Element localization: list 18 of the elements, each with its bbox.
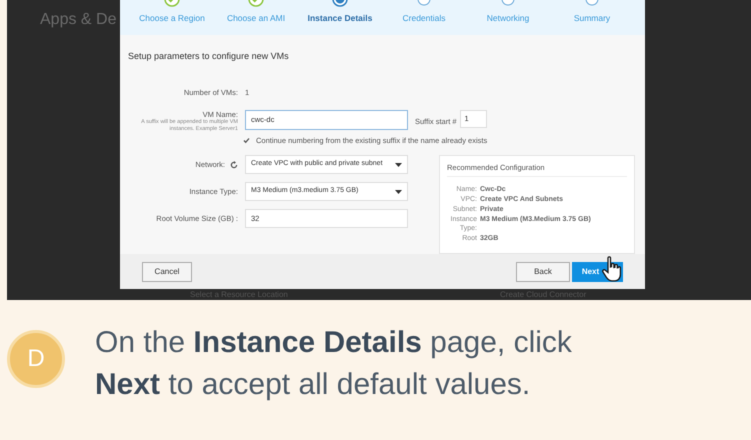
step-label[interactable]: Choose an AMI xyxy=(226,12,286,25)
checkbox[interactable] xyxy=(242,136,250,145)
step-label[interactable]: Credentials xyxy=(402,12,446,25)
step-label[interactable]: Instance Details xyxy=(308,12,372,25)
instruction-text: On the Instance Details page, click Next to accept all default values. xyxy=(95,325,573,403)
step-label[interactable]: Summary xyxy=(574,12,610,25)
back-button[interactable]: Back xyxy=(516,262,570,282)
step-label[interactable]: Networking xyxy=(486,12,530,25)
intro-text: Setup parameters to configure new VMs xyxy=(128,50,289,63)
step-badge: D xyxy=(7,330,65,388)
checkmark-icon xyxy=(242,137,250,144)
refresh-icon[interactable] xyxy=(230,160,238,168)
caret-icon xyxy=(395,190,402,194)
step-label[interactable]: Choose a Region xyxy=(139,12,205,25)
caret-icon xyxy=(395,162,402,166)
cancel-button[interactable]: Cancel xyxy=(142,262,192,282)
page-heading: Apps & De xyxy=(40,10,116,30)
hand-cursor-icon xyxy=(601,256,623,284)
